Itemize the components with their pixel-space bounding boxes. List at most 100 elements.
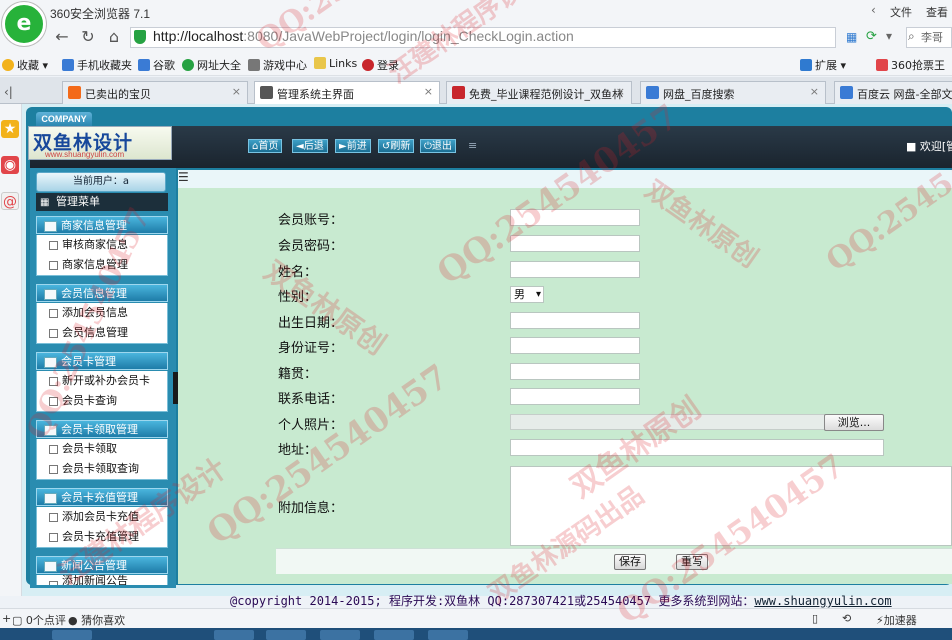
comments-count[interactable]: ▢ 0个点评 xyxy=(12,612,66,628)
phone-status-icon[interactable]: ▯ xyxy=(812,612,818,625)
extensions-button[interactable]: 扩展 ▾ xyxy=(800,57,846,73)
taskbar-app[interactable] xyxy=(374,630,414,640)
phone-input[interactable] xyxy=(510,388,640,405)
bookmark-sites[interactable]: 网址大全 xyxy=(182,57,241,73)
home-icon[interactable]: ⌂ xyxy=(104,27,124,47)
menu-item-add-news[interactable]: 添加新闻公告 xyxy=(36,575,168,585)
paw-icon xyxy=(646,86,659,99)
bookmark-label: Links xyxy=(329,57,358,70)
tab-admin-main[interactable]: 管理系统主界面 × xyxy=(254,81,440,105)
label-birth-date: 出生日期： xyxy=(278,316,344,331)
menu-group-card[interactable]: 会员卡管理 xyxy=(36,352,168,370)
menu-group-news[interactable]: 新闻公告管理 xyxy=(36,556,168,574)
id-number-input[interactable] xyxy=(510,337,640,354)
history-icon[interactable]: ⟲ xyxy=(842,612,851,625)
hometown-input[interactable] xyxy=(510,363,640,380)
favorites-star-icon[interactable]: ★ xyxy=(1,120,19,138)
menu-title: 管理菜单 xyxy=(36,193,168,211)
bookmark-games[interactable]: 游戏中心 xyxy=(248,57,307,73)
taskbar-app[interactable] xyxy=(428,630,468,640)
close-icon[interactable]: × xyxy=(232,85,241,98)
bookmark-login[interactable]: 登录 xyxy=(362,57,399,73)
reader-icon[interactable]: ▦ xyxy=(846,30,857,44)
bookmark-mobile[interactable]: 手机收藏夹 xyxy=(62,57,132,73)
menu-item-card-query[interactable]: 会员卡查询 xyxy=(36,391,168,412)
menu-item-recharge-manage[interactable]: 会员卡充值管理 xyxy=(36,527,168,548)
search-icon[interactable]: ⌕ xyxy=(908,29,915,44)
menu-item-review-merchant[interactable]: 审核商家信息 xyxy=(36,235,168,255)
menu-group-member[interactable]: 会员信息管理 xyxy=(36,284,168,302)
refresh-button[interactable]: ↺刷新 xyxy=(378,139,415,153)
browse-button[interactable]: 浏览... xyxy=(824,414,884,431)
menu-view[interactable]: 查看 xyxy=(926,4,948,20)
menu-item-add-member[interactable]: 添加会员信息 xyxy=(36,303,168,323)
star-icon xyxy=(2,59,14,71)
bookmark-links[interactable]: Links xyxy=(314,57,357,70)
tab-scroll-left-icon[interactable]: ‹| xyxy=(4,85,13,99)
close-icon[interactable]: × xyxy=(810,85,819,98)
brand-url: www.shuangyulin.com xyxy=(45,150,125,159)
circle-icon: ● xyxy=(68,614,78,627)
dropdown-icon[interactable]: ▾ xyxy=(886,29,892,43)
add-icon[interactable]: + xyxy=(2,612,11,625)
address-input[interactable] xyxy=(510,439,884,456)
weibo-icon[interactable]: ◉ xyxy=(1,156,19,174)
label-phone: 联系电话： xyxy=(278,392,344,407)
taskbar-app[interactable] xyxy=(320,630,360,640)
speed-icon[interactable]: ⟳ xyxy=(866,29,877,44)
gender-select[interactable]: 男 xyxy=(510,286,544,303)
guess-you-like[interactable]: ● 猜你喜欢 xyxy=(68,612,125,628)
close-icon[interactable]: × xyxy=(616,85,625,98)
taskbar-app[interactable] xyxy=(52,630,92,640)
logout-button[interactable]: ⏻退出 xyxy=(420,139,456,153)
forward-label: 前进 xyxy=(346,141,367,152)
tab-free-design[interactable]: 免费_毕业课程范例设计_双鱼林 × xyxy=(446,81,632,104)
menu-group-recharge[interactable]: 会员卡充值管理 xyxy=(36,488,168,506)
save-button[interactable]: 保存 xyxy=(614,554,646,570)
reset-button[interactable]: 重写 xyxy=(676,554,708,570)
taskbar-app[interactable] xyxy=(214,630,254,640)
bookmark-google[interactable]: 谷歌 xyxy=(138,57,175,73)
url-text[interactable]: http://localhost:8080/JavaWebProject/log… xyxy=(153,28,574,44)
tab-baidu-cloud[interactable]: 百度云 网盘-全部文件 xyxy=(834,81,952,104)
mail-at-icon[interactable]: @ xyxy=(1,192,19,210)
tab-baidu-search[interactable]: 网盘_百度搜索 × xyxy=(640,81,826,104)
menu-lines-icon: ≡ xyxy=(468,139,478,152)
menu-item-claim-query[interactable]: 会员卡领取查询 xyxy=(36,459,168,480)
name-input[interactable] xyxy=(510,261,640,278)
member-account-input[interactable] xyxy=(510,209,640,226)
forward-button[interactable]: ►前进 xyxy=(335,139,371,153)
menu-group-card-claim[interactable]: 会员卡领取管理 xyxy=(36,420,168,438)
menu-item-merchant-manage[interactable]: 商家信息管理 xyxy=(36,255,168,276)
refresh-icon[interactable]: ↻ xyxy=(78,27,98,47)
menu-file[interactable]: 文件 xyxy=(890,4,912,20)
cloud-icon xyxy=(840,86,853,99)
url-path: :8080/JavaWebProject/login/login_CheckLo… xyxy=(243,28,574,44)
ticket-grab-button[interactable]: 360抢票王 xyxy=(876,57,945,73)
copyright-text: @copyright 2014-2015; 程序开发:双鱼林 QQ:287307… xyxy=(230,594,755,608)
back-button[interactable]: ◄后退 xyxy=(292,139,328,153)
brand-logo: 双鱼林设计 www.shuangyulin.com xyxy=(28,126,172,160)
menu-group-merchant[interactable]: 商家信息管理 xyxy=(36,216,168,234)
close-icon[interactable]: × xyxy=(424,85,433,98)
browser-logo-icon[interactable]: e xyxy=(2,2,46,46)
back-icon[interactable]: ← xyxy=(52,27,72,47)
menu-item-new-card[interactable]: 新开或补办会员卡 xyxy=(36,371,168,391)
label-member-account: 会员账号： xyxy=(278,213,344,228)
bookmark-label: 谷歌 xyxy=(153,59,175,72)
menu-item-card-claim[interactable]: 会员卡领取 xyxy=(36,439,168,459)
home-button[interactable]: ⌂首页 xyxy=(248,139,283,153)
extra-info-textarea[interactable] xyxy=(510,466,952,546)
chevron-left-icon[interactable]: ‹ xyxy=(871,3,876,17)
globe-icon xyxy=(182,59,194,71)
taskbar-app[interactable] xyxy=(266,630,306,640)
website-link[interactable]: www.shuangyulin.com xyxy=(754,594,891,608)
member-password-input[interactable] xyxy=(510,235,640,252)
menu-item-member-manage[interactable]: 会员信息管理 xyxy=(36,323,168,344)
bookmark-favorites[interactable]: 收藏 ▾ xyxy=(2,57,48,73)
tab-sold-items[interactable]: 已卖出的宝贝 × xyxy=(62,81,248,104)
menu-item-add-recharge[interactable]: 添加会员卡充值 xyxy=(36,507,168,527)
birth-date-input[interactable] xyxy=(510,312,640,329)
comments-icon: ▢ xyxy=(12,614,23,627)
accelerator[interactable]: ⚡加速器 xyxy=(876,612,917,628)
